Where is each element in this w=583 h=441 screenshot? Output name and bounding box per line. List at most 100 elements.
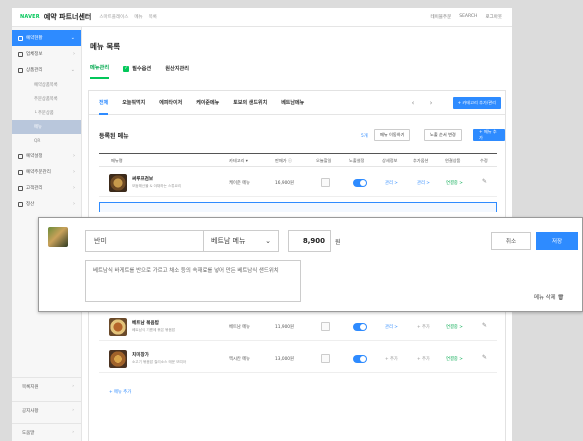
visibility-toggle[interactable] [353, 323, 367, 331]
sidebar-item-customers[interactable]: 고객관리 › [12, 180, 81, 196]
column-header: 추가옵션 [413, 158, 429, 163]
menu-name: 베트남 볶음밥 [132, 321, 159, 326]
tab-label: 메뉴관리 [90, 65, 110, 71]
today-checkbox[interactable] [321, 354, 330, 363]
chevron-right-icon: › [73, 153, 75, 159]
menu-category: 멕시칸 메뉴 [229, 357, 251, 362]
sidebar-item-label: 예약현황 [26, 36, 43, 41]
chevron-down-icon: ⌄ [70, 35, 75, 41]
option-link[interactable]: 관리 > [417, 180, 430, 186]
category-tab[interactable]: 베트남메뉴 [281, 99, 304, 106]
edit-pencil-icon[interactable]: ✎ [482, 354, 487, 361]
menu-thumbnail [109, 174, 127, 192]
category-tab-all[interactable]: 전체 [99, 99, 109, 115]
chevron-down-icon: ⌄ [70, 67, 75, 73]
sidebar-subitem[interactable]: 예약상품목록 [12, 78, 81, 92]
category-tab[interactable]: 케이준메뉴 [196, 99, 219, 106]
linked-product-link[interactable]: 연결중 > [446, 356, 463, 362]
menu-description: 모둠해산물 & 야채하는 스튜요리 [132, 184, 182, 188]
price-input[interactable]: 8,900 [288, 230, 331, 252]
top-menu-item[interactable]: 로그아웃 [485, 14, 502, 20]
sidebar-item-products[interactable]: 상품관리 ⌄ [12, 62, 81, 78]
sidebar-bottom-item[interactable]: 공지사항 › [12, 401, 82, 419]
table-row[interactable]: 써루프검보 모둠해산물 & 야채하는 스튜요리 케이준 메뉴 16,900원 관… [99, 169, 497, 197]
sidebar-item-reservations[interactable]: 예약현황 ⌄ [12, 30, 81, 46]
linked-product-link[interactable]: 연결중 > [446, 180, 463, 186]
sidebar-item-orders[interactable]: 예약주문관리 › [12, 164, 81, 180]
tab-required-options[interactable]: ✓ 필수옵션 [123, 64, 151, 79]
sidebar-item-label: 예약설정 [26, 154, 43, 159]
change-order-button[interactable]: 노출 순서 변경 [424, 129, 462, 141]
sidebar-bottom-item[interactable]: 목록지원 › [12, 377, 82, 395]
tab-label: 원산지관리 [165, 66, 190, 72]
column-header: 수정 [480, 158, 488, 163]
category-tab[interactable]: 토보의 샌드위치 [233, 99, 267, 106]
table-row[interactable]: 치미창가 소고기 볶음밥 칠리소스 매운 또띠아 멕시칸 메뉴 13,000원 … [99, 345, 497, 373]
chevron-right-icon: › [72, 408, 74, 413]
sidebar-subitem[interactable]: └ 주문상품 [12, 106, 81, 120]
move-menu-button[interactable]: 메뉴 이동하기 [374, 129, 411, 141]
sidebar-subitem[interactable]: QR [12, 134, 81, 148]
category-select-value: 베트남 메뉴 [211, 237, 246, 245]
app-title[interactable]: 예약 파트너센터 [44, 12, 92, 22]
chevron-right-icon: › [73, 169, 75, 175]
sidebar-item-label: 예약주문관리 [26, 170, 51, 175]
add-menu-button[interactable]: + 메뉴 추가 [473, 129, 505, 141]
top-menu-item[interactable]: 테이블주문 [431, 14, 452, 20]
chevron-right-icon[interactable]: › [425, 97, 437, 109]
breadcrumb-item[interactable]: 스마트플레이스 [99, 14, 128, 20]
cancel-button[interactable]: 취소 [491, 232, 531, 250]
column-header-category[interactable]: 카테고리 ▾ [229, 158, 248, 164]
detail-add-link[interactable]: + 추가 [385, 356, 398, 362]
save-button[interactable]: 저장 [536, 232, 578, 250]
sidebar-subitem[interactable]: 주문상품목록 [12, 92, 81, 106]
app-window: NAVER 예약 파트너센터 스마트플레이스 메뉴 목록 테이블주문 SEARC… [0, 0, 583, 441]
column-header: 판매가 ⓘ [275, 158, 293, 163]
menu-name-input[interactable] [85, 230, 204, 252]
sidebar-item-settings[interactable]: 예약설정 › [12, 148, 81, 164]
option-add-link[interactable]: + 추가 [417, 324, 430, 330]
add-category-button[interactable]: + 카테고리 추가/관리 [452, 97, 501, 109]
today-checkbox[interactable] [321, 322, 330, 331]
brand-logo[interactable]: NAVER [20, 14, 40, 20]
visibility-toggle[interactable] [353, 355, 367, 363]
menu-thumbnail [109, 318, 127, 336]
editing-row-highlight [99, 202, 497, 212]
tab-menu-management[interactable]: 메뉴관리 [90, 64, 110, 79]
sidebar-item-label: 고객관리 [26, 186, 43, 191]
breadcrumb-item[interactable]: 메뉴 [134, 14, 142, 20]
sidebar-bottom-label: 공지사항 [22, 408, 39, 414]
detail-link[interactable]: 관리 > [385, 324, 398, 330]
sidebar-bottom-item[interactable]: 도움말 › [12, 423, 82, 441]
sidebar-item-label: 업체정보 [26, 52, 43, 57]
linked-product-link[interactable]: 연결중 > [446, 324, 463, 330]
visibility-toggle[interactable] [353, 179, 367, 187]
menu-photo[interactable] [48, 227, 68, 247]
chevron-right-icon: › [73, 185, 75, 191]
description-textarea[interactable]: 베트남식 바게트를 반으로 가르고 채소 등의 속재료를 넣어 만든 베트남식 … [85, 260, 301, 302]
edit-pencil-icon[interactable]: ✎ [482, 178, 487, 185]
today-checkbox[interactable] [321, 178, 330, 187]
category-tab[interactable]: 에피타이저 [159, 99, 182, 106]
sidebar-item-label: 상품관리 [26, 68, 43, 73]
page-title: 메뉴 목록 [90, 42, 121, 51]
option-add-link[interactable]: + 추가 [417, 356, 430, 362]
edit-pencil-icon[interactable]: ✎ [482, 322, 487, 329]
add-menu-link[interactable]: + 메뉴 추가 [109, 389, 131, 395]
chevron-left-icon[interactable]: ‹ [407, 97, 419, 109]
category-select[interactable]: 베트남 메뉴 ⌄ [203, 230, 279, 252]
category-tab[interactable]: 오늘뭐먹지 [122, 99, 145, 106]
table-row[interactable]: 베트남 볶음밥 베트남식 기름에 볶은 볶음밥 베트남 메뉴 11,900원 관… [99, 313, 497, 341]
top-menu-item[interactable]: SEARCH [459, 14, 477, 20]
detail-link[interactable]: 관리 > [385, 180, 398, 186]
sidebar-bottom-label: 도움말 [22, 430, 35, 436]
sidebar-item-business-info[interactable]: 업체정보 › [12, 46, 81, 62]
delete-menu-label: 메뉴 삭제 [534, 295, 558, 301]
sidebar-subitem-menu[interactable]: 메뉴 [12, 120, 81, 134]
tab-origin-management[interactable]: 원산지관리 [165, 64, 189, 79]
breadcrumb-item[interactable]: 목록 [149, 14, 157, 20]
delete-menu-button[interactable]: 메뉴 삭제 🗑 [534, 293, 564, 301]
menu-name: 써루프검보 [132, 177, 154, 182]
gear-icon [18, 153, 23, 159]
sidebar-item-settlement[interactable]: 정산 › [12, 196, 81, 212]
